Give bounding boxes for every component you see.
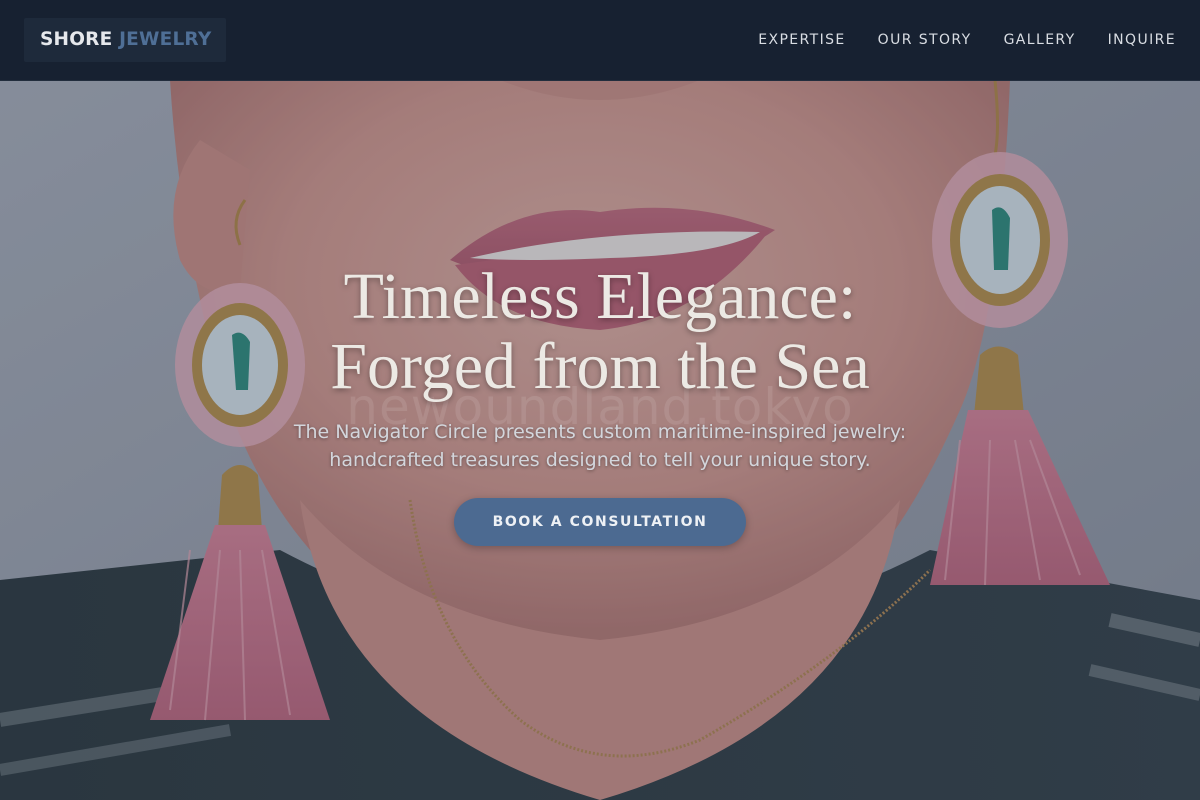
hero-title: Timeless Elegance: Forged from the Sea bbox=[200, 262, 1000, 402]
hero-subtitle: The Navigator Circle presents custom mar… bbox=[260, 418, 940, 474]
top-navbar: SHORE JEWELRY EXPERTISE OUR STORY GALLER… bbox=[0, 0, 1200, 81]
nav-link-inquire[interactable]: INQUIRE bbox=[1108, 32, 1176, 48]
brand-logo[interactable]: SHORE JEWELRY bbox=[24, 18, 226, 62]
hero-subtitle-line-2: handcrafted treasures designed to tell y… bbox=[329, 449, 871, 471]
hero-title-line-1: Timeless Elegance: bbox=[343, 260, 857, 333]
book-consultation-button[interactable]: BOOK A CONSULTATION bbox=[454, 498, 746, 546]
hero-subtitle-line-1: The Navigator Circle presents custom mar… bbox=[293, 421, 907, 443]
nav-link-our-story[interactable]: OUR STORY bbox=[878, 32, 972, 48]
main-navigation: EXPERTISE OUR STORY GALLERY INQUIRE bbox=[758, 0, 1176, 80]
hero-title-line-2: Forged from the Sea bbox=[330, 330, 870, 403]
nav-link-gallery[interactable]: GALLERY bbox=[1004, 32, 1076, 48]
nav-link-expertise[interactable]: EXPERTISE bbox=[758, 32, 845, 48]
brand-name-primary: SHORE bbox=[40, 29, 113, 50]
brand-name-accent: JEWELRY bbox=[119, 29, 212, 50]
hero-section: Timeless Elegance: Forged from the Sea T… bbox=[200, 262, 1000, 546]
